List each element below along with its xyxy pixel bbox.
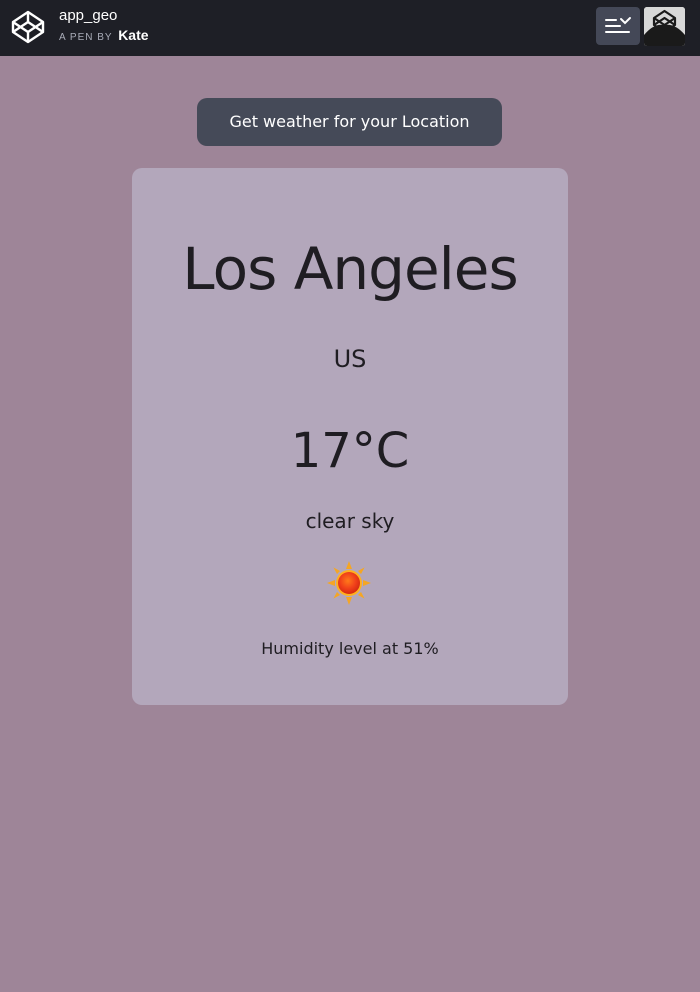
country-code: US [333,345,367,373]
temperature: 17°C [290,423,410,479]
pen-title[interactable]: app_geo [59,6,117,26]
user-avatar[interactable] [644,7,685,46]
weather-description: clear sky [305,509,395,533]
humidity-level: Humidity level at 51% [261,639,439,658]
view-menu-icon [605,17,631,33]
get-location-weather-button[interactable]: Get weather for your Location [197,98,502,146]
pen-author-link[interactable]: Kate [118,27,148,43]
pen-byline: A PEN BY Kate [59,27,149,46]
codepen-logo-icon[interactable] [10,9,46,45]
codepen-topbar: app_geo A PEN BY Kate [0,0,700,56]
city-name: Los Angeles [182,235,518,303]
view-menu-button[interactable] [596,7,640,45]
sun-icon [326,560,372,606]
weather-card: Los Angeles US 17°C clear sky Humidity l… [132,168,568,705]
pen-by-label: A PEN BY [59,32,113,43]
